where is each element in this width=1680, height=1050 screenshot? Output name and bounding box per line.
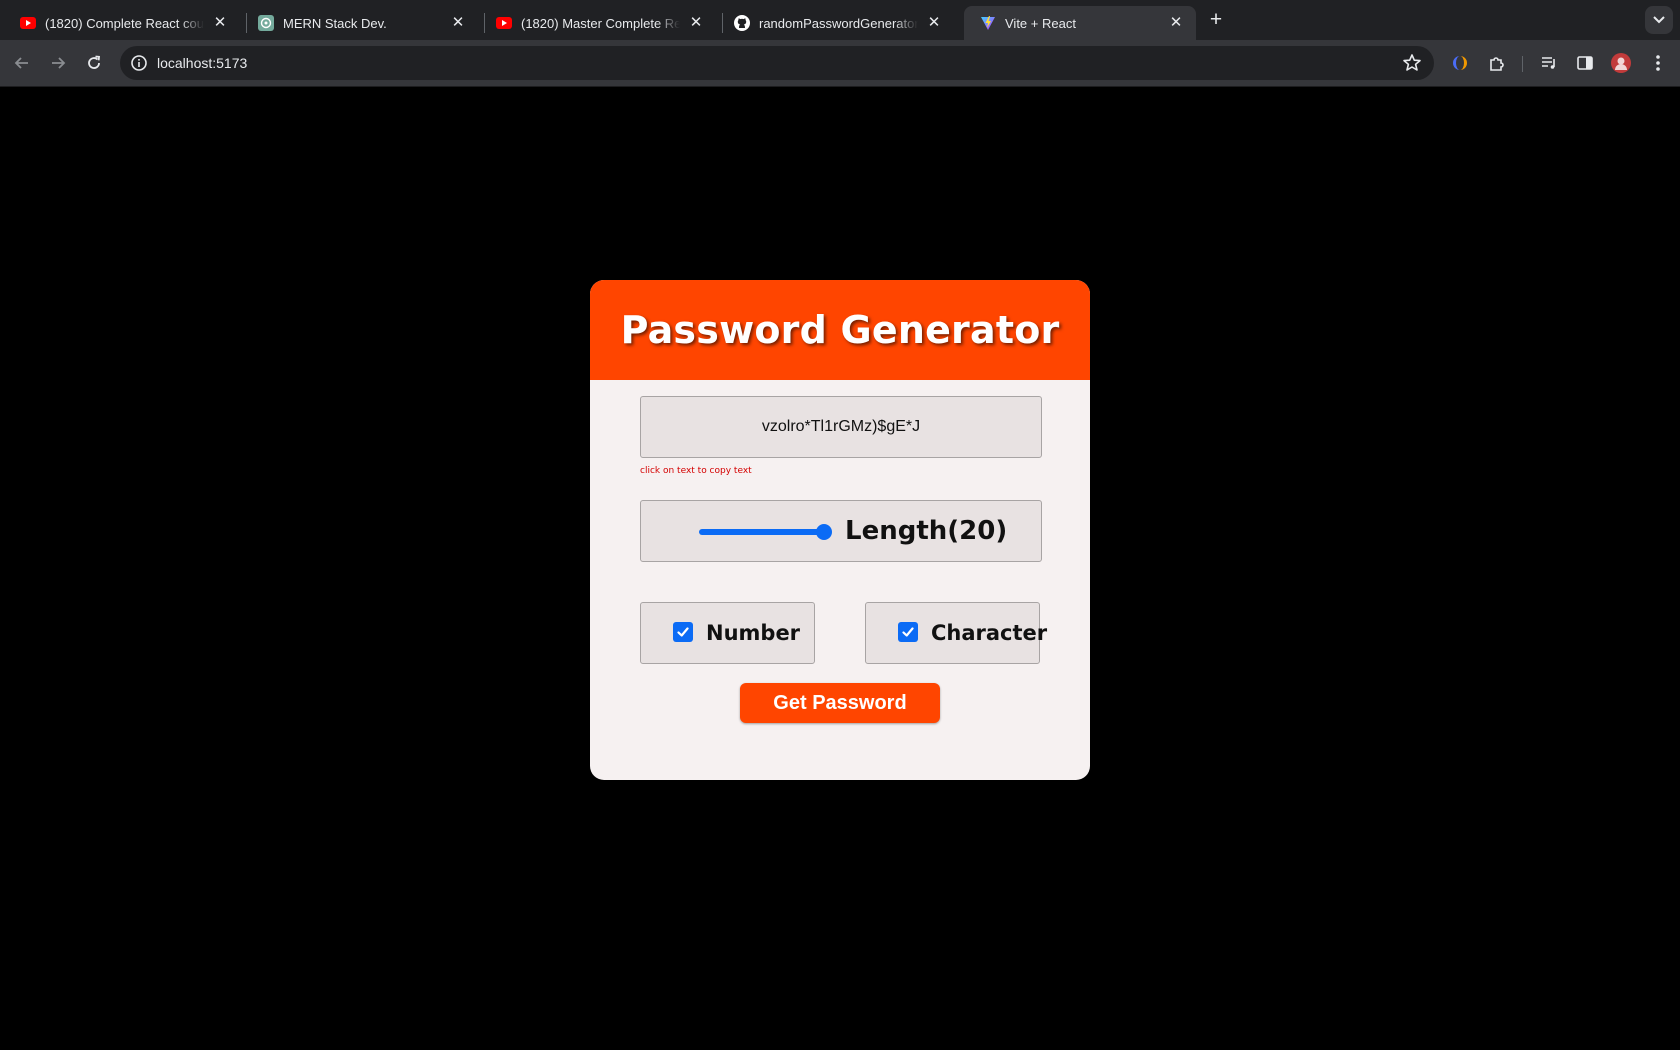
vite-icon — [980, 15, 996, 31]
tab-strip: (1820) Complete React cours ✕ MERN Stack… — [0, 0, 1680, 40]
forward-arrow-icon — [52, 57, 66, 69]
bookmark-star-icon[interactable] — [1402, 53, 1422, 73]
page-title: Password Generator — [620, 308, 1060, 352]
password-generator-card: Password Generator vzolro*Tl1rGMz)$gE*J … — [590, 280, 1090, 780]
tab-search-button[interactable] — [1645, 6, 1673, 34]
tab-github-repo[interactable]: randomPasswordGenerator/W ✕ — [714, 6, 954, 40]
browser-menu-icon[interactable] — [1647, 52, 1669, 74]
checkmark-icon — [677, 627, 689, 637]
password-display[interactable]: vzolro*Tl1rGMz)$gE*J — [640, 396, 1042, 458]
close-icon[interactable]: ✕ — [450, 15, 466, 31]
number-label: Number — [706, 621, 801, 645]
tab-title: MERN Stack Dev. — [283, 15, 387, 31]
close-icon[interactable]: ✕ — [926, 15, 942, 31]
close-icon[interactable]: ✕ — [688, 15, 704, 31]
character-label: Character — [931, 621, 1048, 645]
chatgpt-icon — [258, 15, 274, 31]
youtube-icon — [20, 15, 36, 31]
tab-mern-stack[interactable]: MERN Stack Dev. ✕ — [238, 6, 478, 40]
checkmark-icon — [902, 627, 914, 637]
number-checkbox[interactable] — [673, 622, 693, 642]
chevron-down-icon — [1653, 16, 1665, 24]
youtube-icon — [496, 15, 512, 31]
tab-react-course[interactable]: (1820) Complete React cours ✕ — [0, 6, 240, 40]
url-text: localhost:5173 — [157, 55, 248, 71]
reload-button[interactable] — [81, 50, 107, 76]
tab-title: randomPasswordGenerator/W — [759, 15, 918, 31]
back-arrow-icon — [14, 57, 28, 69]
tab-master-react[interactable]: (1820) Master Complete Reac ✕ — [476, 6, 716, 40]
copy-hint: click on text to copy text — [640, 466, 752, 476]
page-viewport: Password Generator vzolro*Tl1rGMz)$gE*J … — [0, 88, 1680, 1050]
profile-avatar-icon[interactable] — [1610, 52, 1632, 74]
forward-button[interactable] — [45, 50, 71, 76]
github-icon — [734, 15, 750, 31]
length-label: Length(20) — [845, 516, 1008, 546]
get-password-button[interactable]: Get Password — [740, 683, 940, 723]
close-icon[interactable]: ✕ — [212, 15, 228, 31]
browser-toolbar: localhost:5173 — [0, 40, 1680, 87]
media-controls-icon[interactable] — [1538, 52, 1560, 74]
address-bar[interactable]: localhost:5173 — [120, 46, 1434, 80]
new-tab-button[interactable]: + — [1205, 9, 1227, 31]
length-slider-thumb[interactable] — [816, 524, 832, 540]
site-info-icon[interactable] — [130, 54, 148, 72]
tab-title: (1820) Complete React cours — [45, 15, 204, 31]
length-slider-track[interactable] — [699, 529, 827, 535]
extensions-puzzle-icon[interactable] — [1486, 52, 1508, 74]
tab-title: Vite + React — [1005, 15, 1076, 31]
length-control: Length(20) — [640, 500, 1042, 562]
tab-vite-react[interactable]: Vite + React ✕ — [964, 6, 1196, 40]
back-button[interactable] — [9, 50, 35, 76]
toolbar-divider — [1522, 56, 1523, 72]
card-header: Password Generator — [590, 280, 1090, 380]
character-checkbox[interactable] — [898, 622, 918, 642]
tab-title: (1820) Master Complete Reac — [521, 15, 680, 31]
number-option[interactable]: Number — [640, 602, 815, 664]
character-option[interactable]: Character — [865, 602, 1047, 664]
reload-icon — [88, 55, 100, 69]
extension-icon[interactable] — [1449, 52, 1471, 74]
close-icon[interactable]: ✕ — [1168, 15, 1184, 31]
side-panel-icon[interactable] — [1574, 52, 1596, 74]
